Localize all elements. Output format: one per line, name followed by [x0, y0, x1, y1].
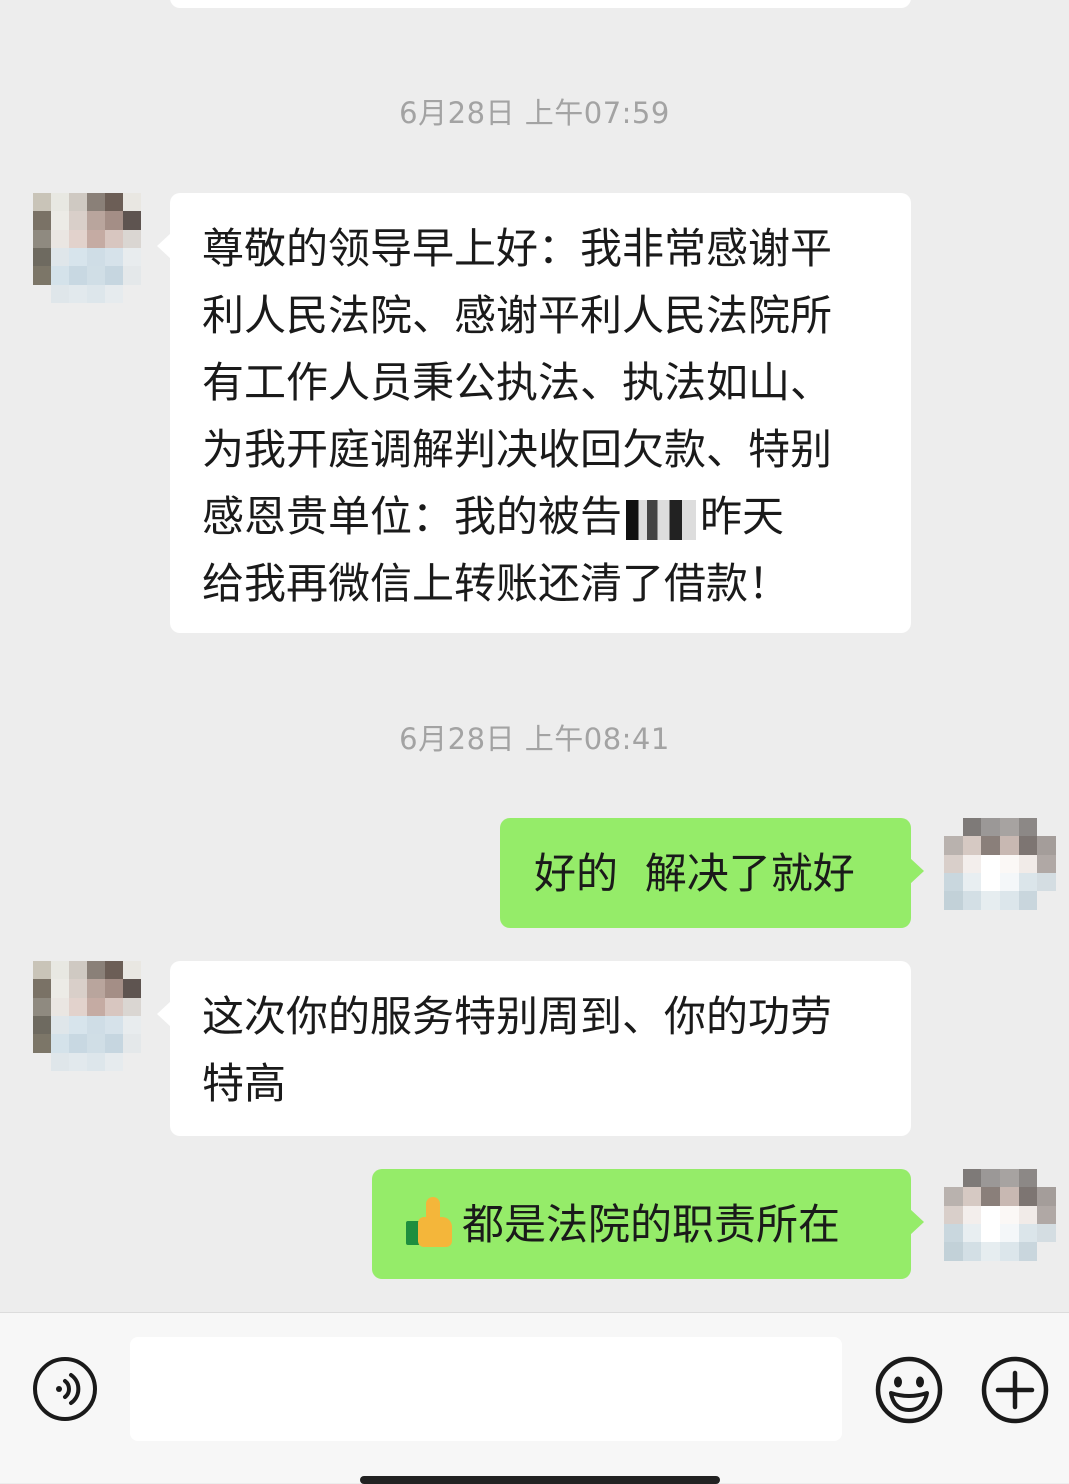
chat-input-bar	[0, 1312, 1069, 1483]
redacted-name-mosaic	[626, 499, 697, 540]
chat-message-list[interactable]: 6月28日 上午07:59 尊敬的领导早上好：我非常感谢平 利人民法院、感谢平利人…	[0, 0, 1069, 1312]
message-text: 这次你的服务特别周到、你的功劳 特高	[202, 992, 833, 1108]
outgoing-message-bubble[interactable]: 好的 解决了就好	[500, 818, 924, 928]
contact-avatar[interactable]	[33, 193, 141, 303]
message-timestamp: 6月28日 上午07:59	[399, 96, 670, 130]
my-avatar[interactable]	[944, 818, 1056, 928]
incoming-message-bubble[interactable]: 这次你的服务特别周到、你的功劳 特高	[157, 961, 911, 1136]
message-text: 尊敬的领导早上好：我非常感谢平 利人民法院、感谢平利人民法院所 有工作人员秉公执法、…	[202, 224, 833, 608]
contact-avatar[interactable]	[33, 961, 141, 1071]
outgoing-message-bubble[interactable]: 都是法院的职责所在	[372, 1169, 924, 1279]
message-input[interactable]	[130, 1337, 842, 1441]
message-timestamp: 6月28日 上午08:41	[399, 722, 670, 756]
plus-icon[interactable]	[980, 1355, 1050, 1425]
home-indicator	[360, 1476, 720, 1484]
thumbs-up-icon	[406, 1197, 456, 1247]
incoming-message-bubble[interactable]: 尊敬的领导早上好：我非常感谢平 利人民法院、感谢平利人民法院所 有工作人员秉公执法、…	[157, 193, 911, 633]
message-text: 好的 解决了就好	[534, 849, 855, 898]
message-text: 都是法院的职责所在	[406, 1191, 881, 1258]
emoji-icon[interactable]	[874, 1355, 944, 1425]
previous-message-bubble[interactable]	[170, 0, 911, 8]
voice-icon[interactable]	[33, 1357, 97, 1421]
my-avatar[interactable]	[944, 1169, 1056, 1279]
